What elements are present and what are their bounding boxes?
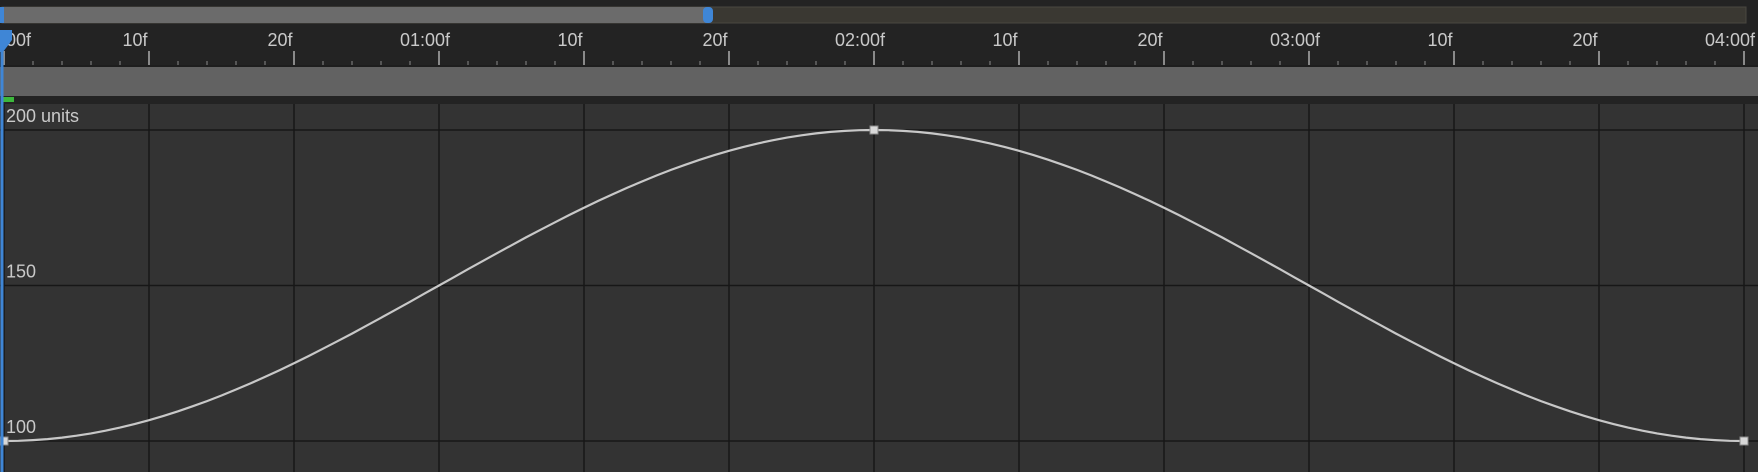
y-axis-label: 200 units [6, 106, 79, 126]
ruler-label: 03:00f [1270, 30, 1321, 50]
ruler-label: 04:00f [1705, 30, 1756, 50]
work-area-start-handle[interactable] [0, 7, 4, 23]
ruler-label: 20f [267, 30, 293, 50]
graph-area[interactable] [0, 104, 1758, 472]
ruler-label: 20f [702, 30, 728, 50]
keyframe-point[interactable] [869, 125, 879, 135]
keyframe-point[interactable] [1739, 436, 1749, 446]
ruler-label: 20f [1137, 30, 1163, 50]
ruler-label: 10f [122, 30, 148, 50]
ruler-label: 20f [1572, 30, 1598, 50]
layer-bar[interactable] [0, 66, 1758, 96]
ruler-label: 10f [992, 30, 1018, 50]
y-axis-label: 150 [6, 262, 36, 282]
work-area-bar[interactable] [2, 7, 707, 23]
work-area-end-handle[interactable] [703, 7, 713, 23]
ruler-label: 10f [1427, 30, 1453, 50]
y-axis-label: 100 [6, 417, 36, 437]
ruler-label: 02:00f [835, 30, 886, 50]
cache-indicator [2, 97, 14, 102]
ruler-label: 10f [557, 30, 583, 50]
ruler-label: 01:00f [400, 30, 451, 50]
graph-editor[interactable]: 00f 10f 20f 01:00f 10f 20f 02:00f 10f 20… [0, 0, 1758, 472]
